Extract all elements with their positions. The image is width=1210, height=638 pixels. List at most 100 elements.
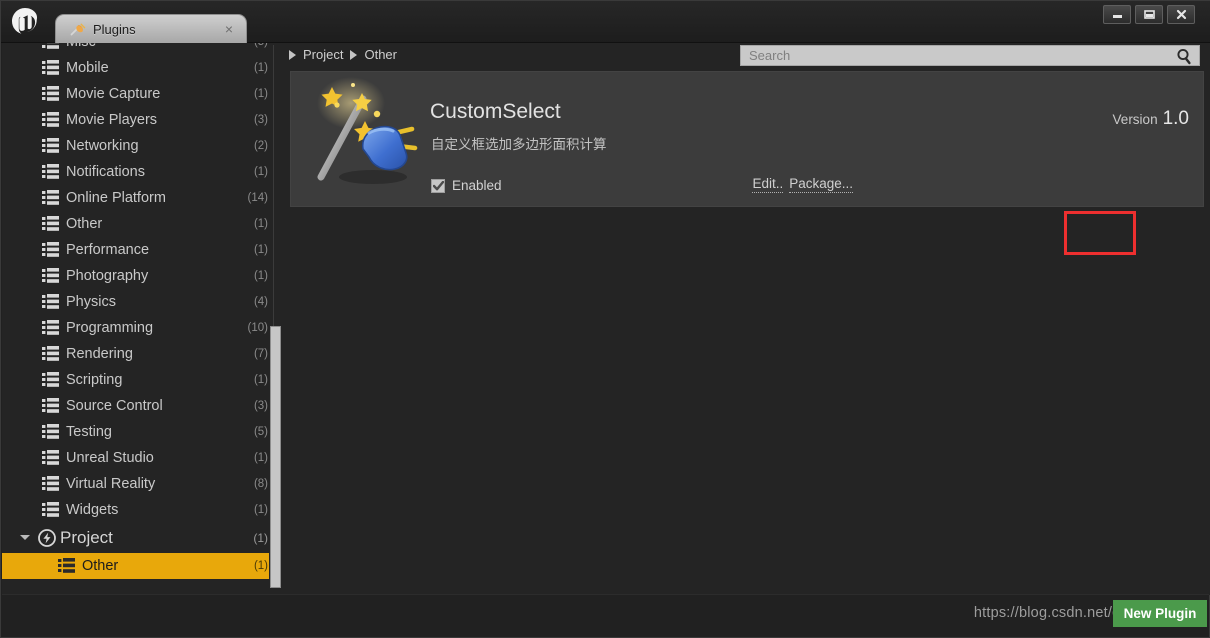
list-icon <box>42 372 59 387</box>
sidebar-divider <box>273 45 274 327</box>
list-icon <box>42 60 59 75</box>
version-label: Version <box>1112 112 1158 127</box>
plugin-plug-icon <box>70 23 86 36</box>
plugin-card[interactable]: CustomSelect 自定义框选加多边形面积计算 Version 1.0 E… <box>290 71 1204 207</box>
list-icon <box>42 268 59 283</box>
plugin-actions: Edit.. Package... <box>752 176 853 193</box>
sidebar-item-widgets[interactable]: Widgets (1) <box>2 497 280 523</box>
tab-close-icon[interactable]: × <box>218 18 240 40</box>
category-label: Notifications <box>66 164 145 180</box>
package-link[interactable]: Package... <box>789 176 853 193</box>
breadcrumb-item-other[interactable]: Other <box>364 47 397 62</box>
expand-triangle-icon[interactable] <box>20 535 30 540</box>
category-label: Networking <box>66 138 139 154</box>
new-plugin-button[interactable]: New Plugin <box>1113 600 1207 627</box>
category-label: Photography <box>66 268 149 284</box>
plugin-content-panel: Project Other Search CustomSelect 自定义框选加… <box>281 43 1210 595</box>
category-label: Misc <box>66 43 254 50</box>
search-input[interactable] <box>741 48 1173 63</box>
sidebar-scrollbar-thumb[interactable] <box>270 326 281 588</box>
footer-bar: https://blog.csdn.net/qq_39108291 New Pl… <box>2 594 1209 636</box>
category-count: (1) <box>253 88 268 100</box>
category-label: Virtual Reality <box>66 476 156 492</box>
sidebar-item-scripting[interactable]: Scripting (1) <box>2 367 280 393</box>
category-label: Unreal Studio <box>66 450 154 466</box>
sidebar-item-physics[interactable]: Physics (4) <box>2 289 280 315</box>
category-count: (7) <box>253 348 268 360</box>
edit-link[interactable]: Edit.. <box>752 176 784 193</box>
category-count: (3) <box>253 114 268 126</box>
sidebar-item-virtual-reality[interactable]: Virtual Reality (8) <box>2 471 280 497</box>
plugin-description: 自定义框选加多边形面积计算 <box>431 137 607 152</box>
close-button[interactable] <box>1167 5 1195 24</box>
new-plugin-label: New Plugin <box>1123 606 1197 621</box>
list-icon <box>42 320 59 335</box>
sidebar-item-source-control[interactable]: Source Control (3) <box>2 393 280 419</box>
list-icon <box>42 190 59 205</box>
sidebar-item-other[interactable]: Other (1) <box>2 211 280 237</box>
category-count: (1) <box>253 270 268 282</box>
list-icon <box>42 112 59 127</box>
enabled-label: Enabled <box>452 178 502 193</box>
plugin-version: Version 1.0 <box>1113 108 1189 130</box>
package-highlight-box <box>1064 211 1136 255</box>
category-label: Widgets <box>66 502 119 518</box>
category-count: (4) <box>253 296 268 308</box>
sidebar-item-programming[interactable]: Programming (10) <box>2 315 280 341</box>
close-icon <box>1176 9 1186 20</box>
search-box[interactable] <box>740 45 1200 66</box>
list-icon <box>42 138 59 153</box>
list-icon <box>42 216 59 231</box>
category-label: Testing <box>66 424 112 440</box>
list-icon <box>42 294 59 309</box>
search-icon[interactable] <box>1173 47 1195 65</box>
category-label: Other <box>82 558 119 574</box>
category-sidebar[interactable]: Misc(5)Mobile(1)Movie Capture(1)Movie Pl… <box>2 43 280 595</box>
sidebar-item-unreal-studio[interactable]: Unreal Studio (1) <box>2 445 280 471</box>
sidebar-item-misc[interactable]: Misc(5) <box>2 43 280 55</box>
minimize-button[interactable] <box>1103 5 1131 24</box>
chevron-right-icon <box>350 49 358 60</box>
list-icon <box>58 558 75 573</box>
category-count: (5) <box>253 426 268 438</box>
list-icon <box>42 346 59 361</box>
category-label: Scripting <box>66 372 123 388</box>
sidebar-item-project-other[interactable]: Other (1) <box>2 553 280 579</box>
sidebar-item-rendering[interactable]: Rendering (7) <box>2 341 280 367</box>
category-label: Mobile <box>66 60 109 76</box>
list-icon <box>42 43 59 49</box>
sidebar-item-notifications[interactable]: Notifications (1) <box>2 159 280 185</box>
category-label: Physics <box>66 294 116 310</box>
enabled-checkbox-row[interactable]: Enabled <box>431 178 502 193</box>
sidebar-item-performance[interactable]: Performance (1) <box>2 237 280 263</box>
category-list: Misc(5)Mobile(1)Movie Capture(1)Movie Pl… <box>2 43 280 579</box>
plugin-name: CustomSelect <box>430 100 561 123</box>
category-count: (1) <box>253 452 268 464</box>
sidebar-item-movie-capture[interactable]: Movie Capture (1) <box>2 81 280 107</box>
sidebar-item-movie-players[interactable]: Movie Players (3) <box>2 107 280 133</box>
maximize-button[interactable] <box>1135 5 1163 24</box>
category-count: (1) <box>253 218 268 230</box>
sidebar-item-online-platform[interactable]: Online Platform (14) <box>2 185 280 211</box>
list-icon <box>42 398 59 413</box>
project-bolt-icon <box>38 529 56 547</box>
chevron-right-icon <box>289 49 296 60</box>
tab-plugins[interactable]: Plugins × <box>55 14 247 43</box>
unreal-engine-logo <box>7 4 43 38</box>
breadcrumb-item-project[interactable]: Project <box>303 47 343 62</box>
category-count: (1) <box>253 166 268 178</box>
category-count: (2) <box>253 140 268 152</box>
sidebar-item-testing[interactable]: Testing (5) <box>2 419 280 445</box>
sidebar-group-project[interactable]: Project (1) <box>2 523 280 553</box>
magic-wand-plug-icon <box>317 77 418 184</box>
enabled-checkbox[interactable] <box>431 178 445 193</box>
category-label: Rendering <box>66 346 133 362</box>
list-icon <box>42 476 59 491</box>
plugins-window: Plugins × Misc(5)Mobile(1)Movie Capture(… <box>0 0 1210 638</box>
category-count: (14) <box>247 192 268 204</box>
sidebar-item-photography[interactable]: Photography (1) <box>2 263 280 289</box>
sidebar-item-networking[interactable]: Networking (2) <box>2 133 280 159</box>
list-icon <box>42 450 59 465</box>
sidebar-item-mobile[interactable]: Mobile (1) <box>2 55 280 81</box>
category-label: Source Control <box>66 398 163 414</box>
